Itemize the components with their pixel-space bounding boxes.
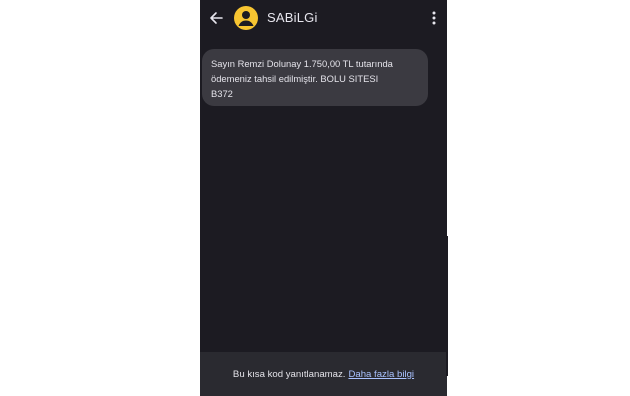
learn-more-link[interactable]: Daha fazla bilgi [348,369,414,380]
more-options-button[interactable] [426,8,442,28]
conversation-title: SABiLGi [267,10,318,25]
more-vert-icon [432,11,436,25]
back-button[interactable] [206,8,226,28]
message-line: B372 [211,88,233,99]
person-icon [238,11,254,26]
scroll-edge [446,236,448,376]
message-line: Sayın Remzi Dolunay 1.750,00 TL tutarınd… [211,58,393,69]
message-line: ödemeniz tahsil edilmiştir. BOLU SITESI [211,73,379,84]
arrow-left-icon [210,12,223,24]
message-bubble[interactable]: Sayın Remzi Dolunay 1.750,00 TL tutarınd… [202,49,428,106]
reply-disabled-banner: Bu kısa kod yanıtlanamaz. Daha fazla bil… [200,352,447,396]
app-bar: SABiLGi [200,0,447,36]
messaging-screen: SABiLGi Sayın Remzi Dolunay 1.750,00 TL … [200,0,447,396]
avatar[interactable] [234,6,258,30]
short-code-notice: Bu kısa kod yanıtlanamaz. [232,368,346,380]
